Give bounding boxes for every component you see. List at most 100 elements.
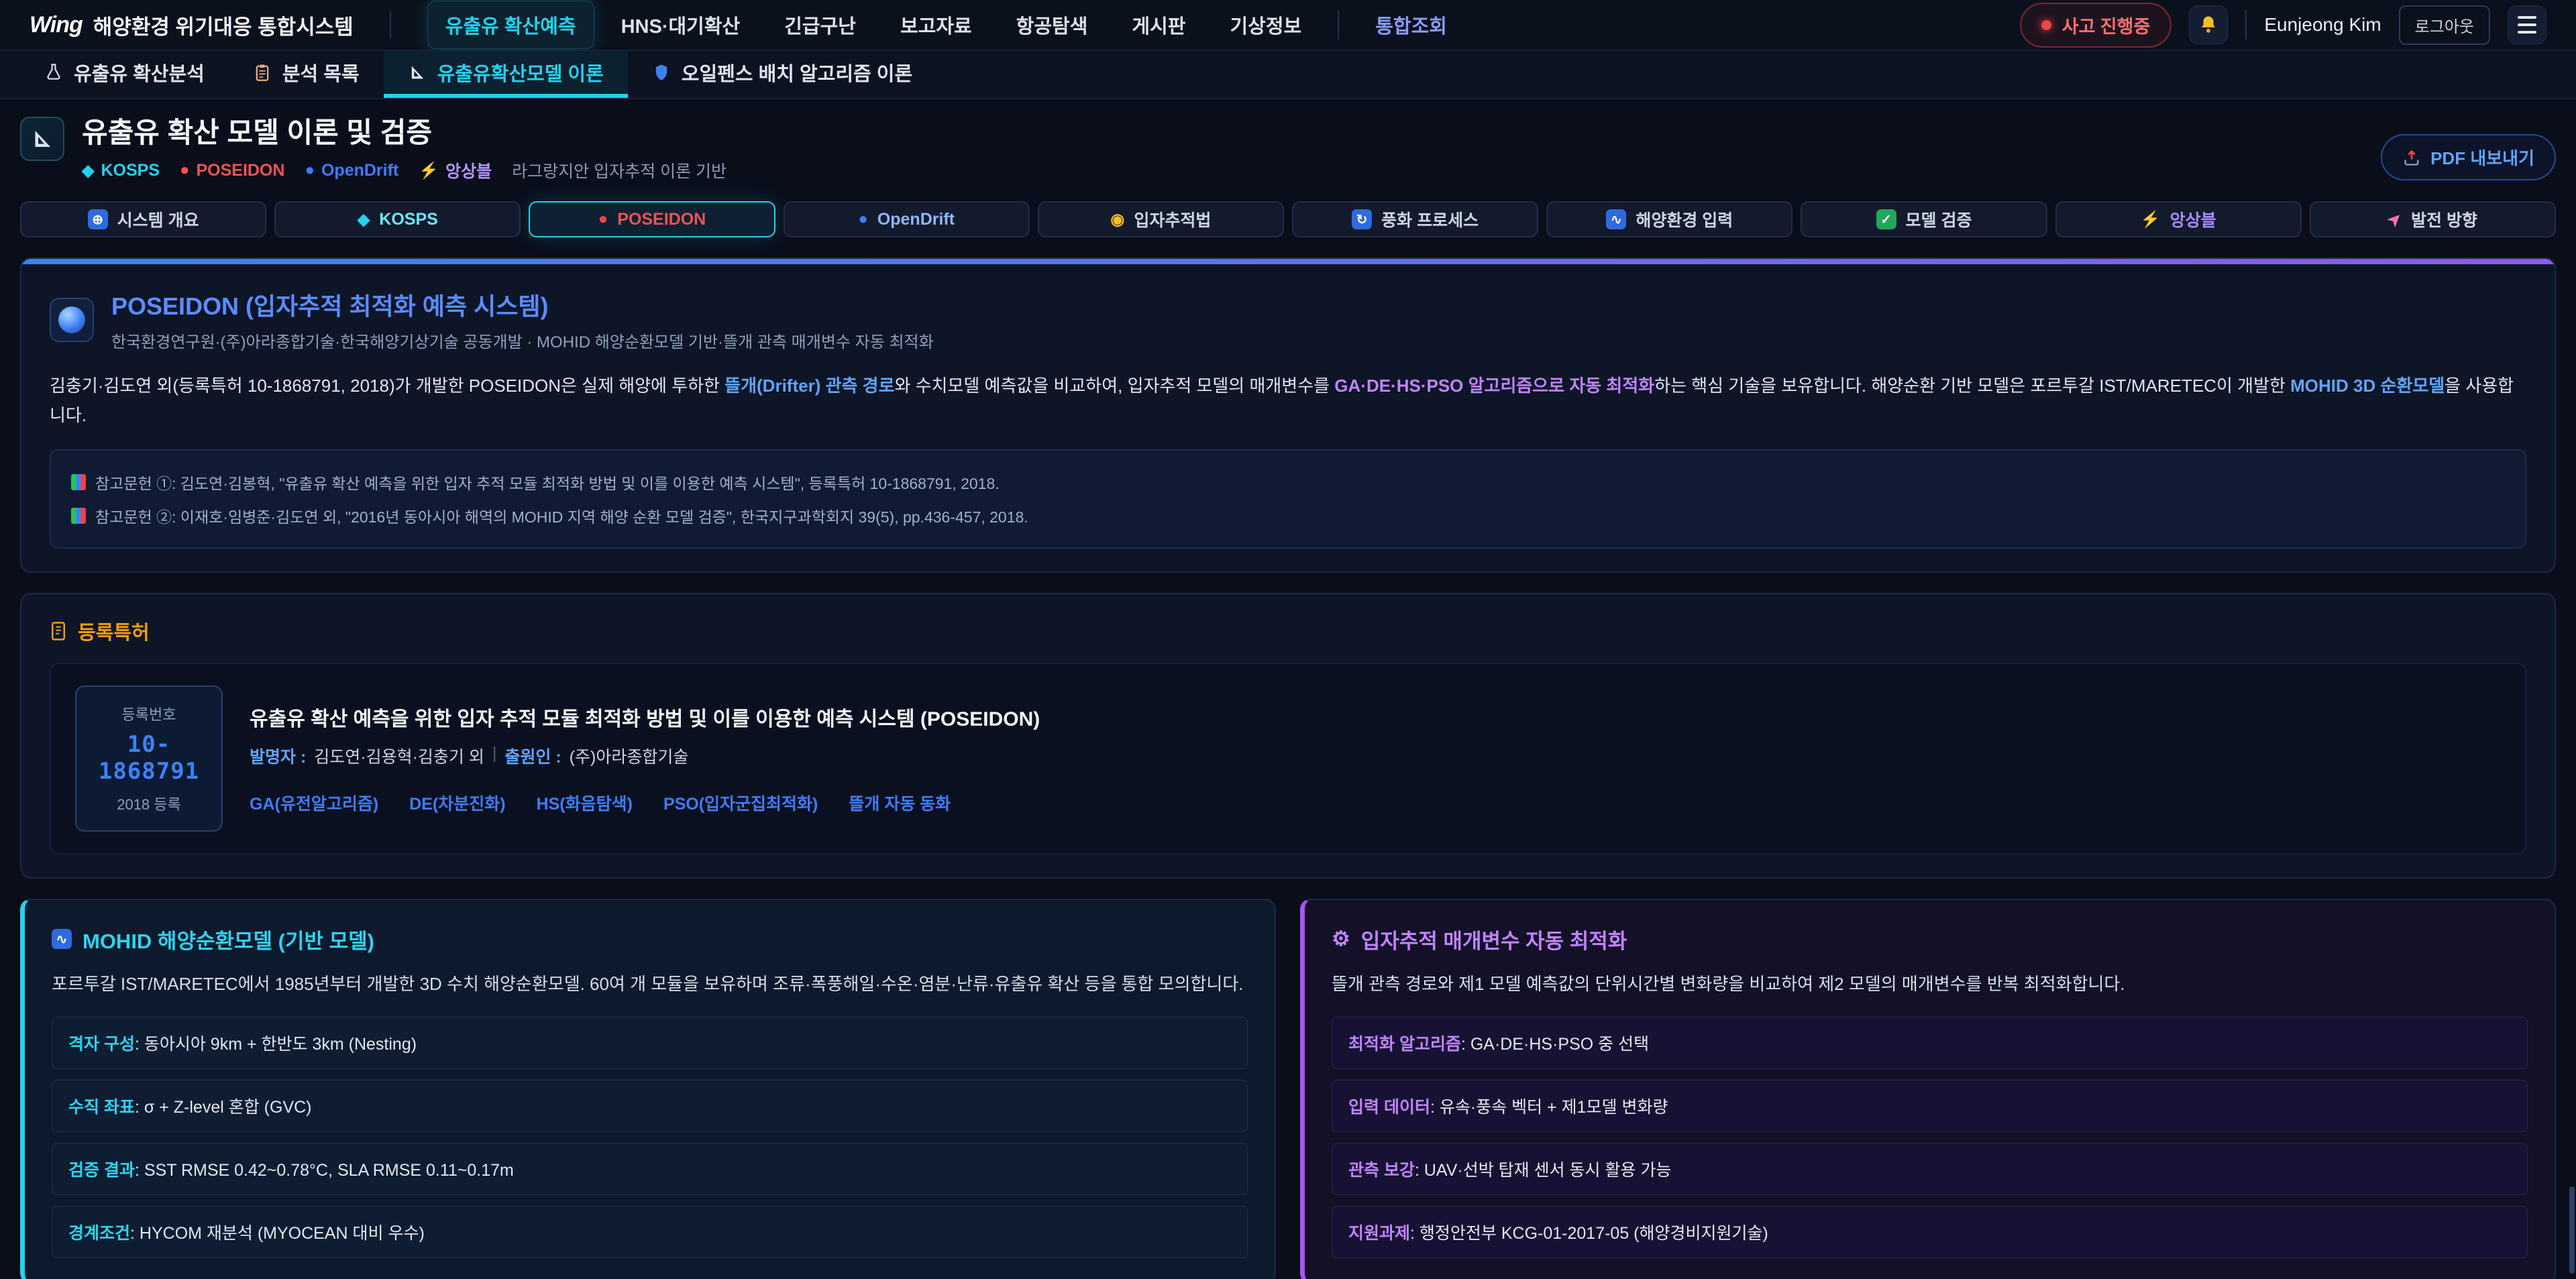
optimization-spec-rows: 최적화 알고리즘: GA·DE·HS·PSO 중 선택 입력 데이터: 유속·풍… <box>1332 1017 2528 1258</box>
tab-spill-analysis[interactable]: 유출유 확산분석 <box>20 51 229 98</box>
mohid-spec-rows: 격자 구성: 동아시아 9km + 한반도 3km (Nesting) 수직 좌… <box>52 1017 1248 1258</box>
tab-oil-fence-algorithm-theory[interactable]: 오일펜스 배치 알고리즘 이론 <box>628 51 936 98</box>
topnav-right: 사고 진행중 Eunjeong Kim 로그아웃 <box>2020 3 2546 48</box>
spec-row: 검증 결과: SST RMSE 0.42~0.78°C, SLA RMSE 0.… <box>52 1143 1248 1195</box>
spec-row: 관측 보강: UAV·선박 탑재 센서 동시 활용 가능 <box>1332 1143 2528 1195</box>
section-pill-particle-tracking[interactable]: ◉ 입자추적법 <box>1038 201 1284 237</box>
nav-reports[interactable]: 보고자료 <box>883 1 989 48</box>
brand: Wing 해양환경 위기대응 통합시스템 <box>30 10 354 40</box>
wave-icon: ∿ <box>1606 209 1626 229</box>
lightning-icon: ⚡ <box>419 161 439 180</box>
nav-weather-info[interactable]: 기상정보 <box>1212 1 1319 48</box>
divider <box>390 11 391 38</box>
nav-board[interactable]: 게시판 <box>1114 1 1203 48</box>
main-menu: 유출유 확산예측 HNS·대기확산 긴급구난 보고자료 항공탐색 게시판 기상정… <box>427 1 2001 49</box>
page-set-square-icon <box>20 117 64 161</box>
mohid-model-card: ∿ MOHID 해양순환모델 (기반 모델) 포르투갈 IST/MARETEC에… <box>20 899 1276 1279</box>
user-name: Eunjeong Kim <box>2264 14 2381 36</box>
hamburger-menu-button[interactable] <box>2508 5 2546 44</box>
tab-analysis-list[interactable]: 분석 목록 <box>229 51 384 98</box>
lightning-icon: ⚡ <box>2141 210 2161 229</box>
patent-number: 10-1868791 <box>87 731 211 785</box>
mohid-description: 포르투갈 IST/MARETEC에서 1985년부터 개발한 3D 수치 해양순… <box>52 970 1248 999</box>
nav-integrated-search[interactable]: 통합조회 <box>1358 1 1464 48</box>
tag-de[interactable]: DE(차분진화) <box>409 791 505 815</box>
diamond-icon: ◆ <box>82 161 94 180</box>
section-pill-poseidon[interactable]: ● POSEIDON <box>529 201 775 237</box>
section-pill-kosps[interactable]: ◆ KOSPS <box>274 201 521 237</box>
poseidon-section: POSEIDON (입자추적 최적화 예측 시스템) 한국환경연구원·(주)아라… <box>20 258 2556 572</box>
model-badge-row: ◆KOSPS ●POSEIDON ●OpenDrift ⚡앙상블 라그랑지안 입… <box>82 158 727 182</box>
nav-aerial-search[interactable]: 항공탐색 <box>999 1 1106 48</box>
reference-item: 참고문헌 ②: 이재호·임병준·김도연 외, "2016년 동아시아 해역의 M… <box>71 499 2505 533</box>
sub-tabbar: 유출유 확산분석 분석 목록 유출유확산모델 이론 오일펜스 배치 알고리즘 이… <box>0 51 2576 99</box>
poseidon-badge: ●POSEIDON <box>180 161 284 180</box>
patent-card: 등록번호 10-1868791 2018 등록 유출유 확산 예측을 위한 입자… <box>50 663 2526 854</box>
dot-icon: ● <box>305 161 315 180</box>
dot-icon: ● <box>598 210 608 229</box>
highlight-mohid-model: MOHID 3D 순환모델 <box>2290 376 2445 396</box>
logout-button[interactable]: 로그아웃 <box>2399 5 2490 45</box>
app-root: Wing 해양환경 위기대응 통합시스템 유출유 확산예측 HNS·대기확산 긴… <box>0 0 2576 1279</box>
notifications-button[interactable] <box>2189 5 2228 44</box>
poseidon-title: POSEIDON (입자추적 최적화 예측 시스템) <box>111 287 934 322</box>
section-pill-future-direction[interactable]: ➤ 발전 방향 <box>2310 201 2556 237</box>
section-pill-model-validation[interactable]: ✓ 모델 검증 <box>1801 201 2047 237</box>
mohid-card-title: ∿ MOHID 해양순환모델 (기반 모델) <box>52 924 1248 954</box>
nav-oil-spill-prediction[interactable]: 유출유 확산예측 <box>427 1 594 49</box>
tag-hs[interactable]: HS(화음탐색) <box>537 791 633 815</box>
scrollbar[interactable] <box>2568 0 2575 1279</box>
dot-icon: ● <box>858 210 868 229</box>
opendrift-badge: ●OpenDrift <box>305 161 398 180</box>
scrollbar-thumb[interactable] <box>2569 1186 2575 1274</box>
pdf-export-button[interactable]: PDF 내보내기 <box>2381 134 2556 180</box>
tag-drifter-assimilation[interactable]: 뜰개 자동 동화 <box>849 791 951 815</box>
theory-basis-label: 라그랑지안 입자추적 이론 기반 <box>512 158 727 182</box>
page-title: 유출유 확산 모델 이론 및 검증 <box>82 117 727 149</box>
nav-hns-atmos[interactable]: HNS·대기확산 <box>604 1 758 48</box>
refresh-icon: ↻ <box>1352 209 1372 229</box>
spec-row: 수직 좌표: σ + Z-level 혼합 (GVC) <box>52 1080 1248 1132</box>
app-title: 해양환경 위기대응 통합시스템 <box>93 10 354 40</box>
nav-emergency-rescue[interactable]: 긴급구난 <box>767 1 873 48</box>
kosps-badge: ◆KOSPS <box>82 161 160 180</box>
poseidon-description: 김충기·김도연 외(등록특허 10-1868791, 2018)가 개발한 PO… <box>50 371 2526 430</box>
parameter-optimization-card: ⚙ 입자추적 매개변수 자동 최적화 뜰개 관측 경로와 제1 모델 예측값의 … <box>1300 899 2556 1279</box>
page-header: 유출유 확산 모델 이론 및 검증 ◆KOSPS ●POSEIDON ●Open… <box>20 117 2556 182</box>
ensemble-badge: ⚡앙상블 <box>419 158 492 182</box>
section-pill-system-overview[interactable]: ⊕ 시스템 개요 <box>20 201 266 237</box>
section-nav: ⊕ 시스템 개요 ◆ KOSPS ● POSEIDON ● OpenDrift … <box>20 201 2556 237</box>
section-pill-ensemble[interactable]: ⚡ 앙상블 <box>2055 201 2302 237</box>
compass-icon: ◉ <box>1110 210 1124 229</box>
model-cards-row: ∿ MOHID 해양순환모델 (기반 모델) 포르투갈 IST/MARETEC에… <box>20 899 2556 1279</box>
patent-year: 2018 등록 <box>87 793 211 814</box>
tag-ga[interactable]: GA(유전알고리즘) <box>250 791 378 815</box>
patent-section: 등록특허 등록번호 10-1868791 2018 등록 유출유 확산 예측을 … <box>20 593 2556 879</box>
spec-row: 최적화 알고리즘: GA·DE·HS·PSO 중 선택 <box>1332 1017 2528 1069</box>
rocket-icon: ➤ <box>2383 208 2407 231</box>
incident-label: 사고 진행중 <box>2062 12 2151 38</box>
divider <box>1338 10 1339 40</box>
patent-detail: 유출유 확산 예측을 위한 입자 추적 모듈 최적화 방법 및 이를 이용한 예… <box>250 702 1040 815</box>
gear-icon: ⚙ <box>1332 927 1350 951</box>
optimization-description: 뜰개 관측 경로와 제1 모델 예측값의 단위시간별 변화량을 비교하여 제2 … <box>1332 970 2528 999</box>
tab-diffusion-model-theory[interactable]: 유출유확산모델 이론 <box>384 51 628 98</box>
spec-row: 지원과제: 행정안전부 KCG-01-2017-05 (해양경비지원기술) <box>1332 1206 2528 1258</box>
top-navigation: Wing 해양환경 위기대응 통합시스템 유출유 확산예측 HNS·대기확산 긴… <box>0 0 2576 51</box>
section-pill-ocean-env-input[interactable]: ∿ 해양환경 입력 <box>1546 201 1792 237</box>
menu-icon <box>2518 16 2536 19</box>
set-square-icon <box>408 63 427 82</box>
dot-icon: ● <box>180 161 190 180</box>
section-pill-weathering-process[interactable]: ↻ 풍화 프로세스 <box>1292 201 1538 237</box>
optimization-card-title: ⚙ 입자추적 매개변수 자동 최적화 <box>1332 924 2528 954</box>
spec-row: 경계조건: HYCOM 재분석 (MYOCEAN 대비 우수) <box>52 1206 1248 1258</box>
scroll-icon <box>50 621 67 641</box>
poseidon-subtitle: 한국환경연구원·(주)아라종합기술·한국해양기상기술 공동개발 · MOHID … <box>111 329 934 352</box>
section-pill-opendrift[interactable]: ● OpenDrift <box>784 201 1030 237</box>
diamond-icon: ◆ <box>358 210 370 229</box>
poseidon-header: POSEIDON (입자추적 최적화 예측 시스템) 한국환경연구원·(주)아라… <box>50 287 2526 352</box>
divider <box>2245 10 2247 40</box>
spec-row: 격자 구성: 동아시아 9km + 한반도 3km (Nesting) <box>52 1017 1248 1069</box>
tag-pso[interactable]: PSO(입자군집최적화) <box>663 791 818 815</box>
gradient-accent-bar <box>21 259 2555 264</box>
